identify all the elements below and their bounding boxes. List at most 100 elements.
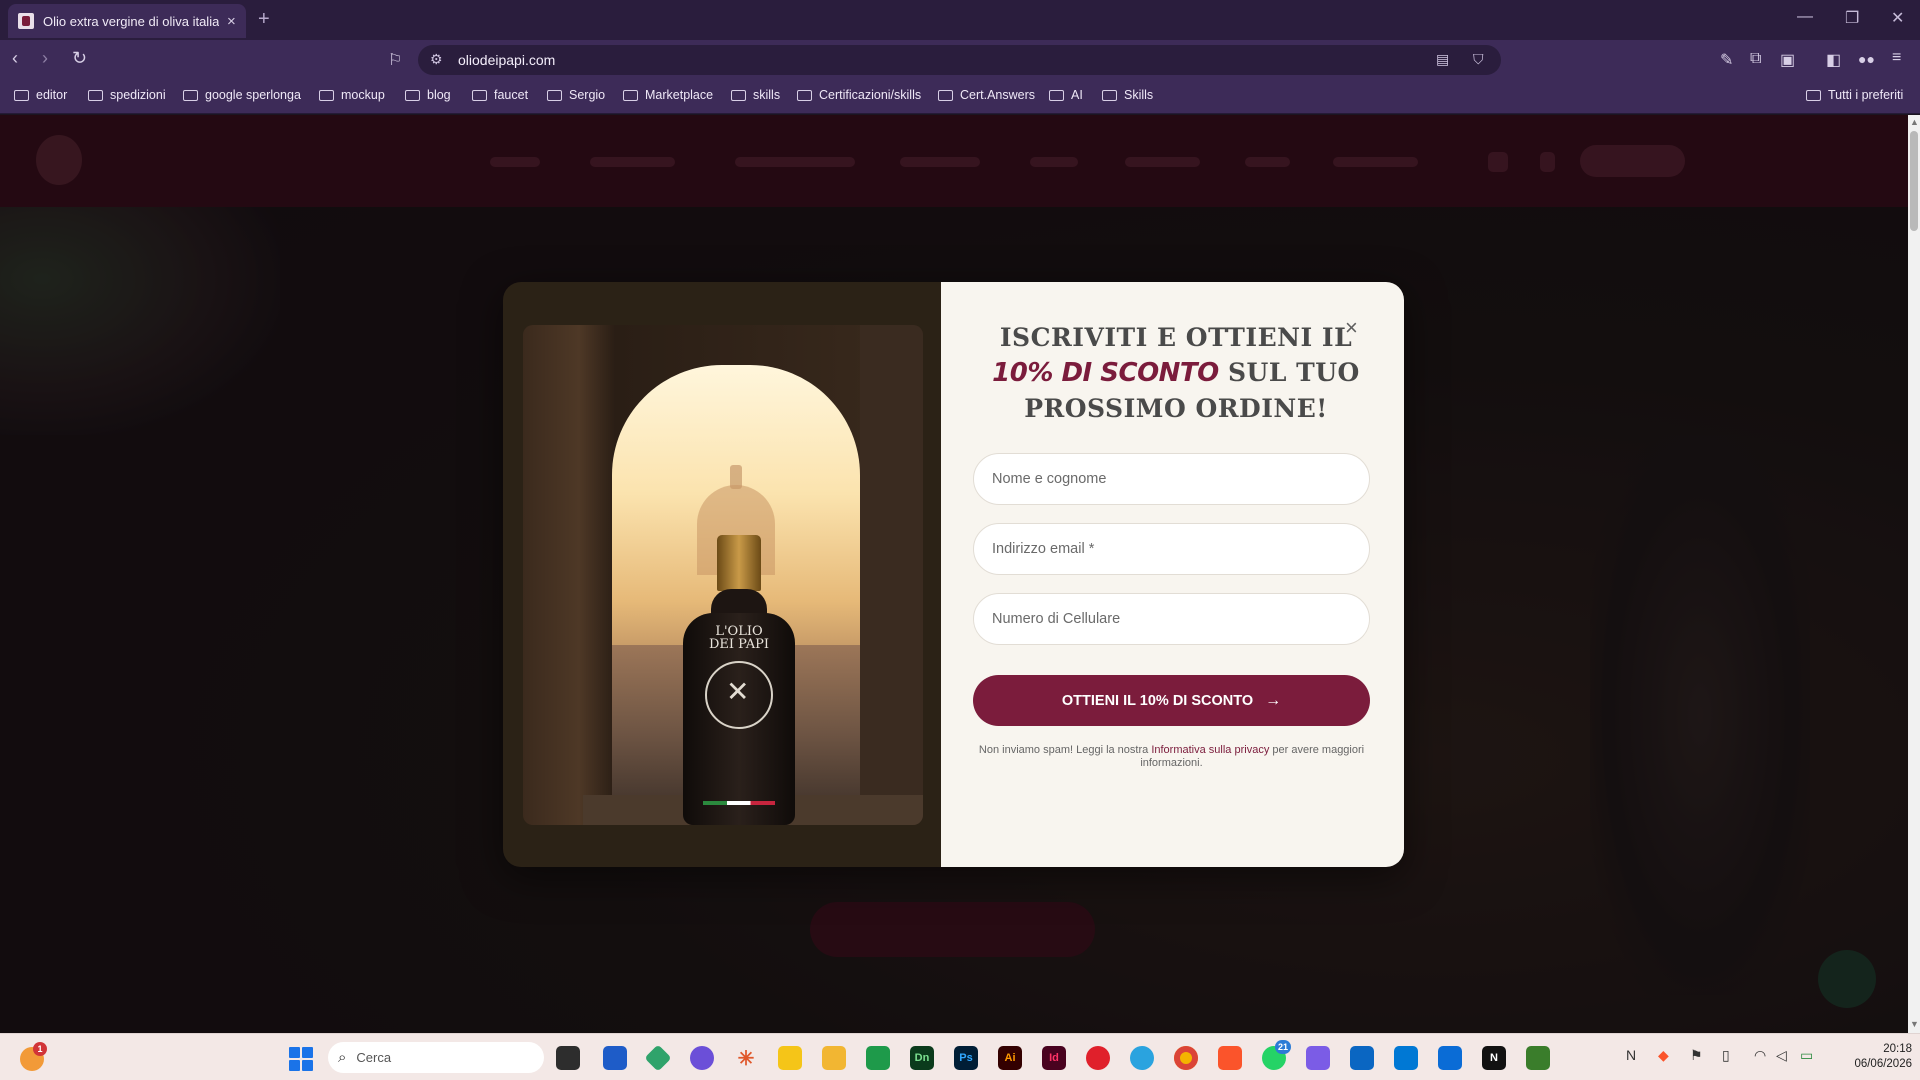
newsletter-popup: L'OLIO DEI PAPI × ISCRIVITI E OTTIENI IL… xyxy=(503,282,1404,867)
tab-close-icon[interactable]: × xyxy=(227,13,236,30)
start-menu-icon[interactable] xyxy=(289,1047,313,1071)
new-tab-button[interactable]: + xyxy=(258,8,270,31)
bookmark-folder[interactable]: spedizioni xyxy=(88,88,166,102)
folder-icon xyxy=(88,89,103,101)
usb-icon[interactable]: ▯ xyxy=(1722,1047,1730,1064)
bookmark-folder[interactable]: skills xyxy=(731,88,780,102)
file-explorer-icon[interactable] xyxy=(822,1046,846,1070)
whatsapp-badge: 21 xyxy=(1275,1040,1292,1054)
app-icon[interactable] xyxy=(778,1046,802,1070)
privacy-text-before: Non inviamo spam! Leggi la nostra xyxy=(978,744,1152,756)
app-icon[interactable] xyxy=(1526,1046,1550,1070)
heading-line-2: SUL TUO xyxy=(1218,358,1360,387)
clock-date: 06/06/2026 xyxy=(1854,1058,1912,1070)
telegram-icon[interactable] xyxy=(1130,1046,1154,1070)
notion-tray-icon[interactable]: N xyxy=(1626,1047,1636,1063)
app-icon[interactable] xyxy=(1306,1046,1330,1070)
battery-icon[interactable]: ▭ xyxy=(1800,1047,1813,1064)
bookmark-folder[interactable]: google sperlonga xyxy=(183,88,301,102)
bookmark-folder[interactable]: Cert.Answers xyxy=(938,88,1035,102)
page-scrollbar[interactable]: ▲ ▼ xyxy=(1908,115,1920,1033)
reader-mode-icon[interactable]: ▤ xyxy=(1436,51,1449,68)
menu-icon[interactable]: ≡ xyxy=(1892,49,1901,67)
bookmark-folder[interactable]: Skills xyxy=(1102,88,1153,102)
browser-tab[interactable]: Olio extra vergine di oliva italiano × xyxy=(8,4,246,38)
app-icon[interactable] xyxy=(1350,1046,1374,1070)
folder-icon xyxy=(319,89,334,101)
taskbar-search[interactable]: ⌕ Cerca xyxy=(328,1042,544,1073)
folder-icon xyxy=(797,89,812,101)
app-icon[interactable]: ✳ xyxy=(734,1046,758,1070)
scroll-down-icon[interactable]: ▼ xyxy=(1910,1019,1919,1029)
brave-tray-icon[interactable]: ◆ xyxy=(1658,1047,1669,1064)
restore-icon[interactable]: ❐ xyxy=(1845,8,1859,28)
scroll-thumb[interactable] xyxy=(1910,131,1918,231)
photoshop-icon[interactable]: Ps xyxy=(954,1046,978,1070)
app-icon[interactable] xyxy=(603,1046,627,1070)
clock-time: 20:18 xyxy=(1883,1043,1912,1055)
product-photo: L'OLIO DEI PAPI xyxy=(523,325,923,825)
folder-icon xyxy=(547,89,562,101)
app-icon[interactable] xyxy=(1438,1046,1462,1070)
illustrator-icon[interactable]: Ai xyxy=(998,1046,1022,1070)
site-favicon-icon xyxy=(18,13,34,29)
browser-toolbar: ‹ › ↻ ⚐ ⚙ oliodeipapi.com ▤ ⛉ ✎ ⧉ ▣ ◧ ●●… xyxy=(0,40,1920,80)
folder-icon xyxy=(405,89,420,101)
crossed-keys-emblem-icon xyxy=(705,661,773,729)
bookmark-folder[interactable]: mockup xyxy=(319,88,385,102)
bookmark-folder[interactable]: faucet xyxy=(472,88,528,102)
stone-wall xyxy=(860,325,923,825)
tray-app-icon[interactable]: ⚑ xyxy=(1690,1047,1703,1064)
volume-icon[interactable]: ◁ xyxy=(1776,1047,1787,1064)
forward-icon[interactable]: › xyxy=(42,48,48,69)
folder-icon xyxy=(183,89,198,101)
bottle-label-text: L'OLIO DEI PAPI xyxy=(708,624,769,652)
bookmark-folder[interactable]: editor xyxy=(14,88,67,102)
bookmark-folder[interactable]: AI xyxy=(1049,88,1083,102)
system-clock[interactable]: 20:18 06/06/2026 xyxy=(1840,1042,1912,1072)
bottle-body: L'OLIO DEI PAPI xyxy=(683,613,795,825)
brave-shield-icon[interactable]: ⛉ xyxy=(1473,51,1484,68)
bookmark-page-icon[interactable]: ⚐ xyxy=(388,50,402,70)
arrow-right-icon: → xyxy=(1265,691,1282,709)
url-text[interactable]: oliodeipapi.com xyxy=(458,52,555,68)
app-icon[interactable] xyxy=(690,1046,714,1070)
bookmark-folder[interactable]: Marketplace xyxy=(623,88,713,102)
address-bar[interactable]: ⚙ oliodeipapi.com ▤ ⛉ xyxy=(418,45,1501,75)
privacy-policy-link[interactable]: Informativa sulla privacy xyxy=(1151,744,1269,756)
bookmark-folder[interactable]: Sergio xyxy=(547,88,605,102)
indesign-icon[interactable]: Id xyxy=(1042,1046,1066,1070)
folder-icon xyxy=(1049,89,1064,101)
phone-field[interactable] xyxy=(973,593,1370,645)
privacy-notice: Non inviamo spam! Leggi la nostra Inform… xyxy=(973,744,1370,770)
task-view-icon[interactable] xyxy=(556,1046,580,1070)
vscode-icon[interactable] xyxy=(1394,1046,1418,1070)
reload-icon[interactable]: ↻ xyxy=(72,48,87,69)
bookmark-folder[interactable]: Certificazioni/skills xyxy=(797,88,921,102)
pen-icon[interactable]: ✎ xyxy=(1720,50,1733,70)
chrome-icon[interactable] xyxy=(1174,1046,1198,1070)
back-icon[interactable]: ‹ xyxy=(12,48,18,69)
app-icon[interactable] xyxy=(866,1046,890,1070)
dimension-icon[interactable]: Dn xyxy=(910,1046,934,1070)
brave-icon[interactable] xyxy=(1218,1046,1242,1070)
profile-icon[interactable]: ●● xyxy=(1858,51,1875,67)
sidebar-toggle-icon[interactable]: ◧ xyxy=(1826,50,1841,70)
wallet-icon[interactable]: ▣ xyxy=(1780,50,1795,70)
get-discount-button[interactable]: OTTIENI IL 10% DI SCONTO → xyxy=(973,675,1370,726)
browser-tab-bar: Olio extra vergine di oliva italiano × +… xyxy=(0,0,1920,40)
extensions-icon[interactable]: ⧉ xyxy=(1750,50,1761,68)
wifi-icon[interactable]: ◠ xyxy=(1754,1047,1766,1064)
windows-taskbar: 1 ⌕ Cerca ✳ Dn Ps Ai Id 21 N N ◆ ⚑ ▯ ◠ ◁… xyxy=(0,1033,1920,1080)
all-bookmarks-folder[interactable]: Tutti i preferiti xyxy=(1806,88,1903,102)
name-field[interactable] xyxy=(973,453,1370,505)
app-icon[interactable] xyxy=(644,1044,672,1072)
window-close-icon[interactable]: ✕ xyxy=(1891,8,1904,28)
scroll-up-icon[interactable]: ▲ xyxy=(1910,117,1919,127)
minimize-icon[interactable]: — xyxy=(1797,8,1813,26)
email-field[interactable] xyxy=(973,523,1370,575)
bookmark-folder[interactable]: blog xyxy=(405,88,451,102)
opera-icon[interactable] xyxy=(1086,1046,1110,1070)
site-settings-icon[interactable]: ⚙ xyxy=(430,51,443,68)
notion-icon[interactable]: N xyxy=(1482,1046,1506,1070)
